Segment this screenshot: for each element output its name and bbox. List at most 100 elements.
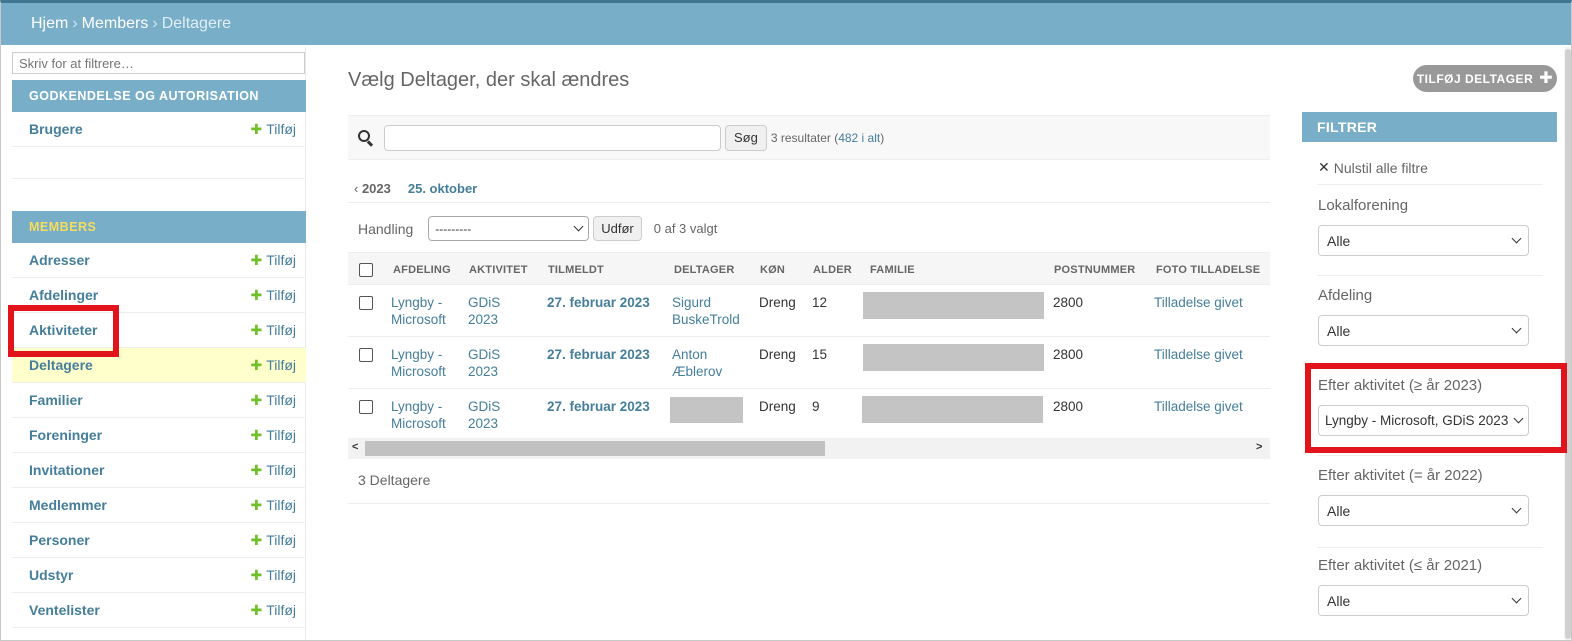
add-link[interactable]: ✚ Tilføj: [250, 462, 296, 479]
add-link[interactable]: ✚ Tilføj: [250, 121, 296, 138]
add-link[interactable]: ✚ Tilføj: [250, 532, 296, 549]
sidebar-item-foreninger[interactable]: Foreninger ✚ Tilføj: [12, 418, 306, 453]
scrollbar-thumb[interactable]: [1565, 49, 1571, 639]
row-checkbox[interactable]: [359, 296, 373, 310]
add-link[interactable]: ✚ Tilføj: [250, 357, 296, 374]
sidebar-item-label[interactable]: Familier: [29, 392, 83, 408]
search-button[interactable]: Søg: [725, 124, 767, 151]
aktivitet-cell[interactable]: GDiS 2023: [468, 398, 500, 432]
afdeling-cell[interactable]: Lyngby - Microsoft: [391, 398, 446, 432]
column-header[interactable]: KØN: [760, 253, 785, 286]
column-header[interactable]: POSTNUMMER: [1054, 253, 1135, 286]
tilmeldt-cell[interactable]: 27. februar 2023: [547, 398, 650, 415]
column-header[interactable]: AKTIVITET: [469, 253, 528, 286]
filter-divider: [1317, 455, 1543, 456]
add-link[interactable]: ✚ Tilføj: [250, 287, 296, 304]
sidebar-item-familier[interactable]: Familier ✚ Tilføj: [12, 383, 306, 418]
redacted-familie: [863, 292, 1044, 319]
date-back-link[interactable]: ‹ 2023: [354, 181, 391, 196]
scroll-left-icon[interactable]: <: [352, 441, 358, 453]
sidebar-spacer: [12, 147, 306, 179]
sidebar-item-adresser[interactable]: Adresser ✚ Tilføj: [12, 243, 306, 278]
sidebar-item-label[interactable]: Foreninger: [29, 427, 102, 443]
row-checkbox[interactable]: [359, 348, 373, 362]
add-link[interactable]: ✚ Tilføj: [250, 252, 296, 269]
aktivitet-cell[interactable]: GDiS 2023: [468, 294, 500, 328]
afdeling-cell[interactable]: Lyngby - Microsoft: [391, 294, 446, 328]
plus-icon: ✚: [250, 601, 263, 618]
filter-select-value: Alle: [1327, 232, 1351, 249]
sidebar-item-label[interactable]: Invitationer: [29, 462, 104, 478]
row-checkbox[interactable]: [359, 400, 373, 414]
filter-divider: [1317, 275, 1543, 276]
date-day-link[interactable]: 25. oktober: [408, 181, 477, 196]
horizontal-scrollbar[interactable]: < >: [348, 438, 1270, 459]
search-input[interactable]: [384, 124, 721, 151]
deltager-cell[interactable]: Anton Æblerov: [672, 346, 722, 380]
sidebar-item-label[interactable]: Deltagere: [29, 357, 93, 373]
aktivitet-cell[interactable]: GDiS 2023: [468, 346, 500, 380]
column-header[interactable]: AFDELING: [393, 253, 451, 286]
select-all-checkbox[interactable]: [359, 262, 373, 277]
sidebar-item-label[interactable]: Afdelinger: [29, 287, 98, 303]
deltager-cell[interactable]: Sigurd BuskeTrold: [672, 294, 740, 328]
add-deltager-button[interactable]: TILFØJ DELTAGER ✚: [1413, 65, 1557, 92]
add-link[interactable]: ✚ Tilføj: [250, 567, 296, 584]
tilmeldt-cell[interactable]: 27. februar 2023: [547, 294, 650, 311]
action-select[interactable]: ---------: [428, 216, 590, 241]
column-header[interactable]: ALDER: [813, 253, 852, 286]
module-caption-auth[interactable]: GODKENDELSE OG AUTORISATION: [12, 80, 306, 112]
admin-page: Hjem › Members › Deltagere GODKENDELSE O…: [0, 0, 1572, 641]
vertical-scrollbar[interactable]: [1564, 47, 1571, 640]
column-header[interactable]: FOTO TILLADELSE: [1156, 253, 1260, 286]
sidebar-item-label[interactable]: Ventelister: [29, 602, 100, 618]
chevron-left-icon: ‹: [354, 181, 362, 196]
add-link[interactable]: ✚ Tilføj: [250, 322, 296, 339]
nav-filter-input[interactable]: [12, 52, 305, 74]
afdeling-cell[interactable]: Lyngby - Microsoft: [391, 346, 446, 380]
clear-filters-link[interactable]: ✕ Nulstil alle filtre: [1318, 159, 1557, 176]
action-select-value: ---------: [435, 221, 472, 236]
scroll-right-icon[interactable]: >: [1256, 441, 1262, 453]
add-link[interactable]: ✚ Tilføj: [250, 392, 296, 409]
filter-select[interactable]: Alle: [1318, 315, 1529, 346]
sidebar-item-label[interactable]: Medlemmer: [29, 497, 107, 513]
column-header[interactable]: DELTAGER: [674, 253, 734, 286]
scrollbar-thumb[interactable]: [365, 441, 825, 456]
module-caption-members[interactable]: MEMBERS: [12, 211, 306, 243]
plus-icon: ✚: [250, 391, 263, 408]
filter-select[interactable]: Alle: [1318, 495, 1529, 526]
add-link[interactable]: ✚ Tilføj: [250, 427, 296, 444]
add-link[interactable]: ✚ Tilføj: [250, 497, 296, 514]
filter-title: Lokalforening: [1318, 197, 1409, 214]
sidebar-item-personer[interactable]: Personer ✚ Tilføj: [12, 523, 306, 558]
sidebar-item-label[interactable]: Adresser: [29, 252, 90, 268]
sidebar-item-invitationer[interactable]: Invitationer ✚ Tilføj: [12, 453, 306, 488]
filter-select[interactable]: Alle: [1318, 225, 1529, 256]
column-header[interactable]: FAMILIE: [870, 253, 915, 286]
sidebar-item-label[interactable]: Personer: [29, 532, 90, 548]
sidebar-item-label[interactable]: Udstyr: [29, 567, 73, 583]
chevron-down-icon: [573, 221, 584, 232]
paginator: 3 Deltagere: [358, 472, 431, 488]
filter-select[interactable]: Alle: [1318, 585, 1529, 616]
sidebar-item-udstyr[interactable]: Udstyr ✚ Tilføj: [12, 558, 306, 593]
sidebar-item-ventelister[interactable]: Ventelister ✚ Tilføj: [12, 593, 306, 628]
show-all-link[interactable]: 482 i alt: [838, 131, 880, 145]
foto-cell: Tilladelse givet: [1154, 399, 1243, 414]
sidebar-item-label[interactable]: Brugere: [29, 121, 83, 137]
sidebar-item-brugere[interactable]: Brugere ✚ Tilføj: [12, 112, 306, 147]
breadcrumb-home-link[interactable]: Hjem: [31, 15, 68, 33]
filter-title: Efter aktivitet (≤ år 2021): [1318, 557, 1483, 574]
cell-line: Microsoft: [391, 364, 446, 379]
add-link-label: Tilføj: [266, 321, 296, 338]
run-action-button[interactable]: Udfør: [593, 216, 642, 241]
table-row: Lyngby - Microsoft GDiS 2023 27. februar 2…: [348, 389, 1270, 441]
tilmeldt-cell[interactable]: 27. februar 2023: [547, 346, 650, 363]
add-link-label: Tilføj: [266, 356, 296, 373]
sidebar-item-medlemmer[interactable]: Medlemmer ✚ Tilføj: [12, 488, 306, 523]
column-header[interactable]: TILMELDT: [548, 253, 604, 286]
add-link[interactable]: ✚ Tilføj: [250, 602, 296, 619]
redacted-deltager[interactable]: [670, 397, 743, 423]
breadcrumb-app-link[interactable]: Members: [82, 15, 149, 33]
